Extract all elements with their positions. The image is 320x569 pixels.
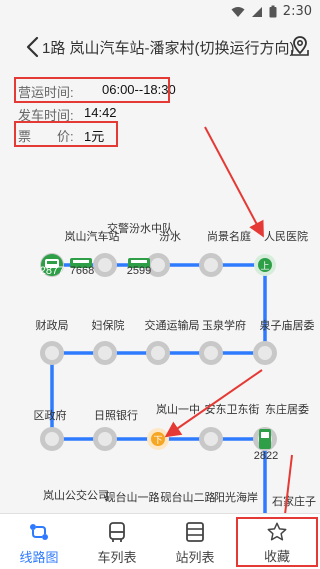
tab-label: 线路图: [19, 550, 59, 565]
stop-label: 岚山公交公司: [43, 488, 109, 502]
stop-label: 阳光海岸: [214, 490, 258, 504]
stop-node[interactable]: [253, 341, 277, 365]
stop-node[interactable]: [199, 253, 223, 277]
bus-number: 2877: [40, 265, 64, 277]
stop-label: 尚景名庭: [207, 229, 251, 243]
status-bar: 2:30: [0, 0, 320, 24]
battery-icon: [269, 5, 277, 18]
bus-number: 2599: [127, 265, 151, 277]
bus-number: 2822: [254, 450, 278, 462]
tab-label: 站列表: [175, 550, 215, 565]
route-line: [50, 263, 267, 513]
station-list-icon: [186, 522, 204, 542]
bus-icon: [109, 522, 125, 542]
boarding-stop-node[interactable]: 上: [254, 254, 276, 276]
stop-label: 交通运输局: [145, 318, 200, 332]
stop-label: 汾水: [159, 230, 181, 243]
tab-label: 车列表: [97, 550, 137, 565]
tab-station-list[interactable]: 站列表: [156, 514, 234, 569]
star-icon: [267, 522, 287, 541]
alighting-stop-node[interactable]: 下: [147, 428, 169, 450]
stop-label: 日照银行: [94, 408, 138, 422]
bus-number: 7668: [70, 265, 94, 277]
bus-icon[interactable]: [259, 429, 271, 449]
stop-label: 人民医院: [264, 229, 308, 243]
status-icons: 2:30: [231, 4, 312, 19]
stop-label: 砚台山一路: [105, 490, 160, 504]
stop-label: 东庄居委: [265, 402, 309, 416]
stop-label: 泉子庙居委: [260, 318, 315, 332]
stop-label: 砚台山二路: [161, 490, 216, 504]
stop-node[interactable]: [93, 427, 117, 451]
map-location-icon[interactable]: [288, 34, 312, 58]
stop-node[interactable]: [93, 253, 117, 277]
tab-bus-list[interactable]: 车列表: [78, 514, 156, 569]
stop-node[interactable]: [93, 341, 117, 365]
stop-node[interactable]: [40, 341, 64, 365]
stop-node[interactable]: [146, 341, 170, 365]
status-time: 2:30: [282, 4, 312, 19]
fare-highlight: [14, 121, 118, 147]
route-diagram: 上 下 岚山汽车站 交警汾水中队 汾水 尚景名庭 人民医院 2877 7668 …: [34, 221, 316, 513]
stop-label: 妇保院: [92, 318, 125, 332]
tab-label: 收藏: [263, 549, 290, 564]
route-map: 上 下 岚山汽车站 交警汾水中队 汾水 尚景名庭 人民医院 2877 7668 …: [0, 153, 320, 513]
stop-label: 玉泉学府: [202, 318, 246, 332]
operating-time-highlight: [14, 77, 170, 103]
alight-marker: 下: [153, 436, 162, 446]
signal-icon: [251, 6, 262, 17]
stop-node[interactable]: [40, 427, 64, 451]
tab-route-map[interactable]: 线路图: [0, 514, 78, 569]
stop-label: 财政局: [36, 318, 69, 332]
top-bar: 1路 岚山汽车站-潘家村(切换运行方向): [0, 24, 320, 68]
stop-label: 区政府: [34, 408, 67, 422]
board-marker: 上: [260, 261, 269, 272]
stop-node[interactable]: [199, 341, 223, 365]
page-title[interactable]: 1路 岚山汽车站-潘家村(切换运行方向): [42, 37, 295, 58]
stop-node[interactable]: [199, 427, 223, 451]
stop-label: 安东卫东街: [205, 402, 260, 416]
stop-label: 石家庄子: [272, 494, 316, 508]
tab-favorites[interactable]: 收藏: [236, 517, 318, 567]
wifi-icon: [231, 6, 245, 17]
stop-label: 岚山一中: [156, 403, 200, 416]
back-icon[interactable]: [22, 34, 44, 60]
route-map-icon: [30, 524, 48, 540]
bottom-nav: 线路图 车列表 站列表 收藏: [0, 513, 320, 569]
